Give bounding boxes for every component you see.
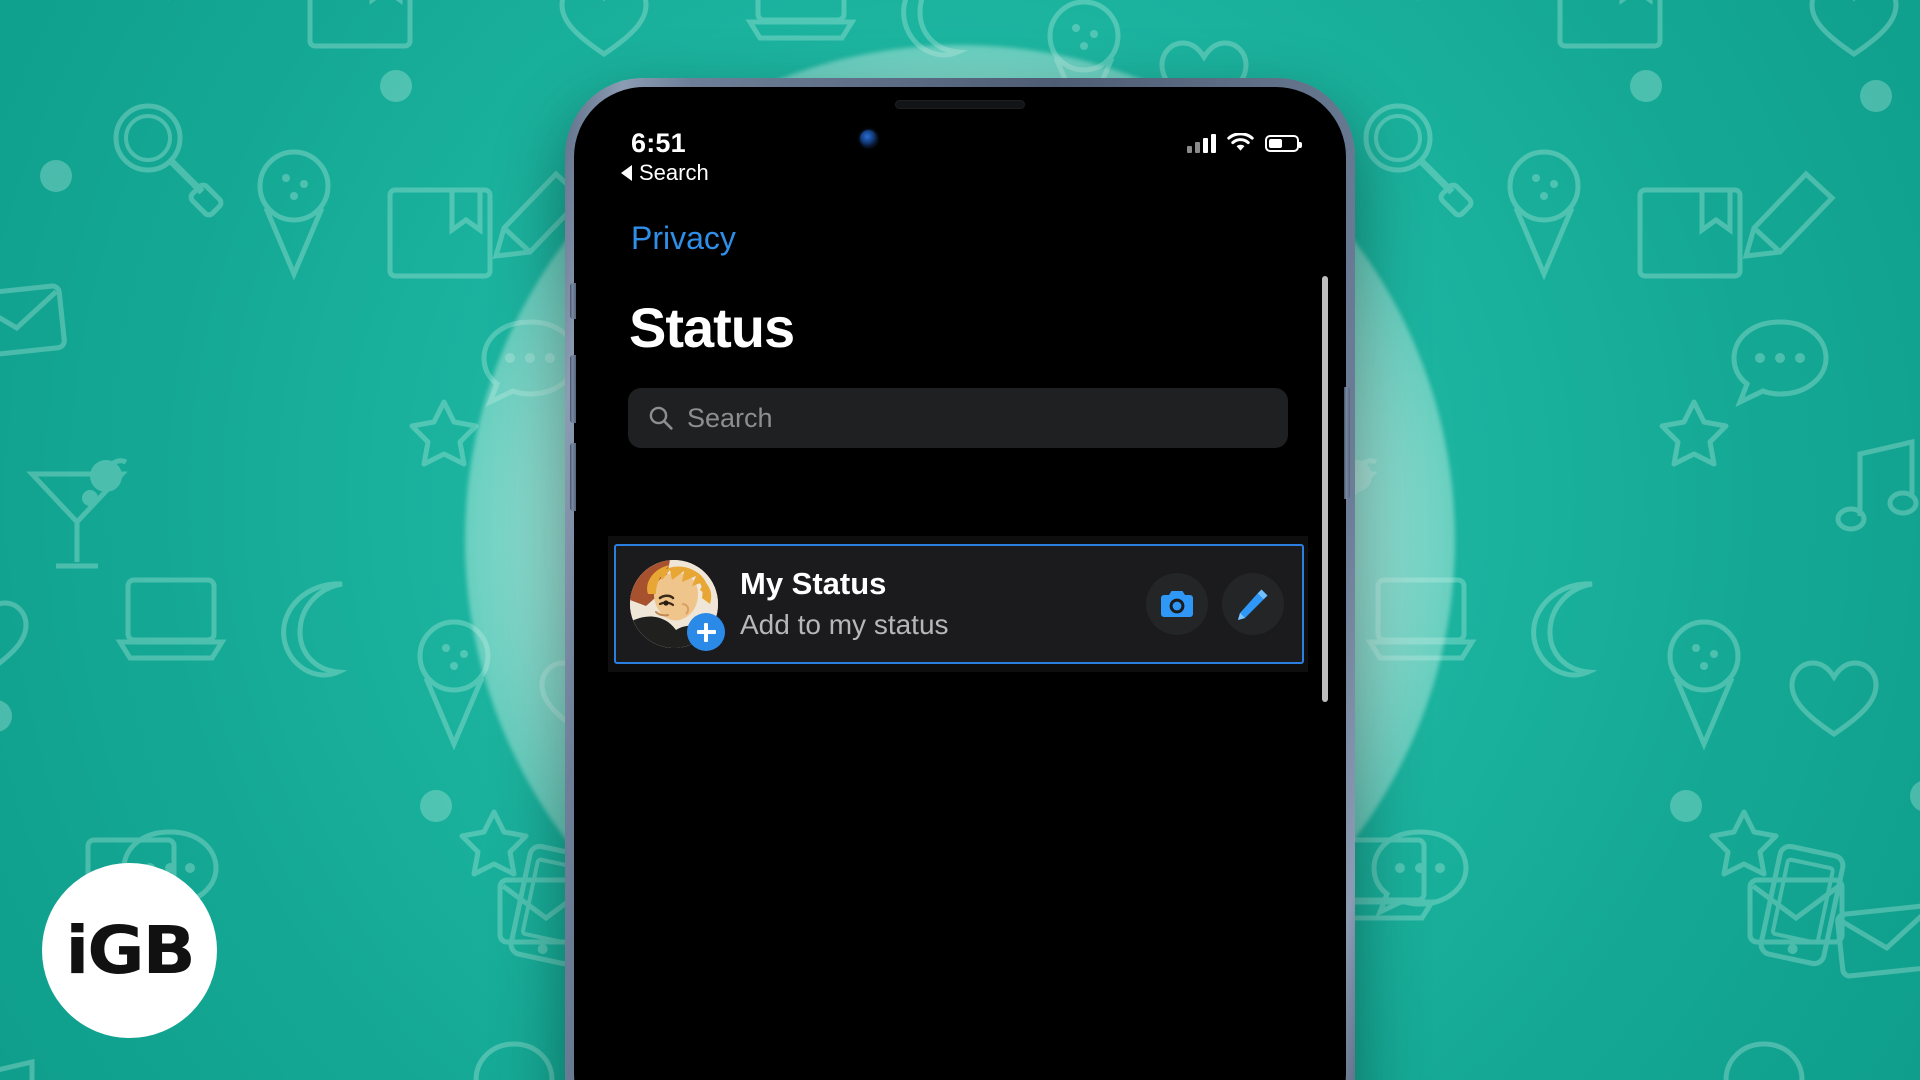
power-button[interactable]	[1344, 387, 1350, 499]
page-title: Status	[629, 296, 795, 359]
igb-logo: iGB	[42, 863, 217, 1038]
mute-switch-button[interactable]	[570, 283, 576, 319]
status-bar-time: 6:51	[631, 127, 686, 158]
plus-badge-icon[interactable]	[687, 613, 725, 651]
search-placeholder: Search	[687, 402, 773, 433]
my-status-subtitle: Add to my status	[740, 608, 949, 640]
back-link-label: Search	[639, 160, 709, 185]
phone-bezel: 6:51 Search Privacy Status Search My Sta…	[570, 87, 1350, 1080]
phone-device-frame: 6:51 Search Privacy Status Search My Sta…	[565, 78, 1355, 1080]
search-icon	[649, 406, 673, 430]
pencil-icon	[1238, 589, 1268, 620]
camera-icon	[1161, 591, 1193, 617]
status-list: My Status Add to my status	[608, 536, 1308, 672]
cellular-bars-icon	[1187, 133, 1216, 153]
volume-up-button[interactable]	[570, 355, 576, 423]
my-status-text: My Status Add to my status	[740, 565, 1146, 643]
wifi-icon	[1227, 133, 1254, 151]
status-bar-indicators	[1187, 133, 1302, 153]
camera-button[interactable]	[1146, 573, 1208, 635]
my-status-title: My Status	[740, 565, 887, 601]
avatar[interactable]	[630, 560, 725, 651]
search-input[interactable]: Search	[628, 388, 1288, 448]
back-caret-icon	[621, 165, 632, 181]
my-status-row[interactable]: My Status Add to my status	[614, 544, 1304, 664]
phone-screen: 6:51 Search Privacy Status Search My Sta…	[579, 92, 1341, 1080]
igb-logo-text: iGB	[65, 912, 195, 989]
ios-status-bar: 6:51	[579, 126, 1341, 160]
nav-back-privacy-button[interactable]: Privacy	[631, 220, 736, 257]
back-to-search-link[interactable]: Search	[621, 160, 709, 186]
volume-down-button[interactable]	[570, 443, 576, 511]
edit-status-button[interactable]	[1222, 573, 1284, 635]
earpiece-speaker-grille	[895, 100, 1025, 109]
battery-icon	[1265, 134, 1302, 152]
vertical-scrollbar[interactable]	[1322, 276, 1328, 702]
